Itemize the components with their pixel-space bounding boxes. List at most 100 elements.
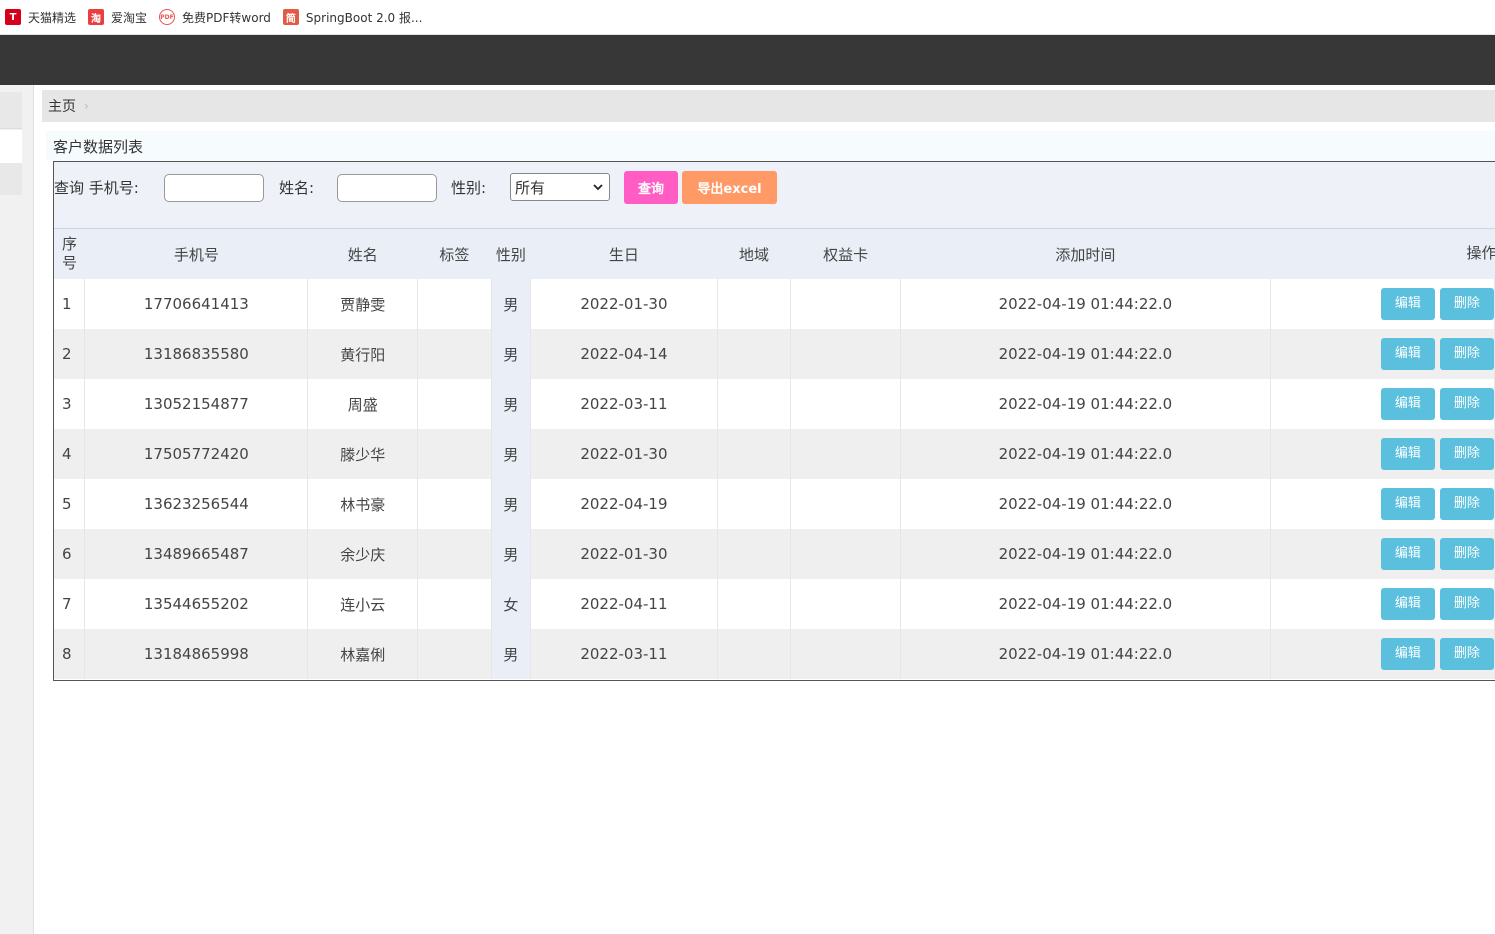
table-row: 8 13184865998 林嘉俐 男 2022-03-11 2022-04-1…	[54, 629, 1495, 679]
delete-button[interactable]: 删除	[1439, 438, 1494, 470]
edit-button[interactable]: 编辑	[1380, 338, 1435, 370]
cell-gender: 男	[491, 529, 532, 579]
cell-gender: 女	[491, 579, 532, 629]
col-header-region: 地域	[717, 229, 791, 279]
cell-tag	[417, 479, 492, 529]
sidebar-item[interactable]	[0, 163, 22, 195]
delete-button[interactable]: 删除	[1439, 588, 1494, 620]
jian-icon: 简	[282, 9, 299, 25]
panel-title: 客户数据列表	[46, 131, 1495, 161]
phone-search-input[interactable]	[164, 174, 264, 202]
cell-seq: 2	[54, 329, 86, 379]
cell-phone: 17505772420	[84, 429, 309, 479]
col-header-seq: 序号	[54, 229, 85, 279]
cell-birthday: 2022-01-30	[530, 529, 718, 579]
breadcrumb-home[interactable]: 主页	[48, 96, 76, 116]
export-excel-button[interactable]: 导出excel	[682, 171, 777, 204]
cell-birthday: 2022-01-30	[530, 429, 718, 479]
bookmark-springboot[interactable]: 简 SpringBoot 2.0 报...	[282, 9, 423, 26]
cell-ops: 编辑 删除	[1270, 379, 1495, 429]
tmall-icon: T	[5, 9, 21, 25]
cell-ops: 编辑 删除	[1270, 279, 1495, 329]
cell-region	[717, 579, 792, 629]
cell-tag	[417, 429, 492, 479]
sidebar-item[interactable]	[0, 130, 22, 163]
col-header-ops: 操作	[1270, 229, 1495, 279]
cell-ops: 编辑 删除	[1270, 629, 1495, 679]
cell-name: 黄行阳	[307, 329, 419, 379]
name-search-input[interactable]	[337, 174, 437, 202]
cell-tag	[417, 279, 492, 329]
cell-birthday: 2022-04-11	[530, 579, 718, 629]
cell-region	[717, 279, 792, 329]
edit-button[interactable]: 编辑	[1380, 438, 1435, 470]
edit-button[interactable]: 编辑	[1380, 588, 1435, 620]
cell-seq: 3	[54, 379, 86, 429]
delete-button[interactable]: 删除	[1439, 488, 1494, 520]
table-row: 7 13544655202 连小云 女 2022-04-11 2022-04-1…	[54, 579, 1495, 629]
bookmark-taobao[interactable]: 淘 爱淘宝	[88, 9, 147, 26]
bookmark-label: 爱淘宝	[111, 10, 148, 25]
cell-region	[717, 329, 792, 379]
cell-added: 2022-04-19 01:44:22.0	[900, 479, 1271, 529]
cell-seq: 7	[54, 579, 86, 629]
cell-added: 2022-04-19 01:44:22.0	[900, 279, 1271, 329]
cell-card	[790, 329, 901, 379]
bookmark-label: SpringBoot 2.0 报...	[305, 10, 423, 25]
table-row: 1 17706641413 贾静雯 男 2022-01-30 2022-04-1…	[54, 279, 1495, 329]
cell-seq: 4	[54, 429, 86, 479]
table-row: 3 13052154877 周盛 男 2022-03-11 2022-04-19…	[54, 379, 1495, 429]
bookmark-pdf[interactable]: PDF 免费PDF转word	[159, 9, 271, 26]
cell-tag	[417, 629, 492, 679]
cell-card	[790, 479, 901, 529]
cell-gender: 男	[491, 479, 532, 529]
cell-birthday: 2022-04-19	[530, 479, 718, 529]
taobao-icon: 淘	[88, 9, 105, 25]
edit-button[interactable]: 编辑	[1380, 388, 1435, 420]
cell-gender: 男	[491, 379, 532, 429]
cell-name: 周盛	[307, 379, 419, 429]
cell-added: 2022-04-19 01:44:22.0	[900, 529, 1271, 579]
cell-birthday: 2022-01-30	[530, 279, 718, 329]
chevron-right-icon: ›	[84, 99, 89, 113]
table-header-row: 序号 手机号 姓名 标签 性别 生日 地域 权益卡 添加时间 操作	[54, 229, 1495, 279]
cell-name: 余少庆	[307, 529, 419, 579]
cell-gender: 男	[491, 629, 532, 679]
cell-card	[790, 429, 901, 479]
gender-select[interactable]: 所有	[510, 173, 610, 201]
query-button[interactable]: 查询	[624, 171, 678, 204]
cell-seq: 6	[54, 529, 86, 579]
left-sidebar	[0, 85, 34, 934]
edit-button[interactable]: 编辑	[1380, 638, 1435, 670]
cell-added: 2022-04-19 01:44:22.0	[900, 429, 1271, 479]
gender-search-label: 性别:	[451, 179, 487, 197]
customer-panel: 查询 手机号: 姓名: 性别: 所有 查询 导出excel 序号 手机号 姓名 …	[53, 161, 1495, 681]
cell-region	[717, 479, 792, 529]
cell-birthday: 2022-04-14	[530, 329, 718, 379]
cell-card	[790, 579, 901, 629]
cell-seq: 8	[54, 629, 86, 679]
edit-button[interactable]: 编辑	[1380, 538, 1435, 570]
cell-card	[790, 629, 901, 679]
breadcrumb: 主页 ›	[42, 90, 1495, 122]
bookmark-tmall[interactable]: T 天猫精选	[5, 9, 76, 26]
sidebar-item[interactable]	[0, 92, 22, 129]
cell-birthday: 2022-03-11	[530, 629, 718, 679]
delete-button[interactable]: 删除	[1439, 288, 1494, 320]
cell-card	[790, 529, 901, 579]
col-header-birthday: 生日	[530, 229, 718, 279]
cell-gender: 男	[491, 279, 532, 329]
cell-phone: 13184865998	[84, 629, 309, 679]
bookmarks-bar: T 天猫精选 淘 爱淘宝 PDF 免费PDF转word 简 SpringBoot…	[0, 0, 1495, 35]
edit-button[interactable]: 编辑	[1380, 288, 1435, 320]
cell-card	[790, 279, 901, 329]
cell-region	[717, 379, 792, 429]
delete-button[interactable]: 删除	[1439, 638, 1494, 670]
delete-button[interactable]: 删除	[1439, 538, 1494, 570]
cell-tag	[417, 529, 492, 579]
name-search-label: 姓名:	[279, 179, 315, 197]
delete-button[interactable]: 删除	[1439, 338, 1494, 370]
delete-button[interactable]: 删除	[1439, 388, 1494, 420]
cell-gender: 男	[491, 429, 532, 479]
edit-button[interactable]: 编辑	[1380, 488, 1435, 520]
